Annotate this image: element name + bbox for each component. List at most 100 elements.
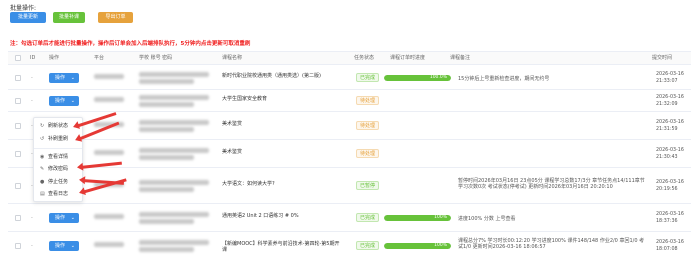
row-checkbox[interactable] bbox=[15, 75, 21, 81]
redo-icon: ↺ bbox=[40, 136, 45, 142]
progress-bar: 100.0% bbox=[384, 75, 451, 81]
header-progress: 课程订单时进度 bbox=[390, 55, 426, 61]
course-name: 大学生国家安全教育 bbox=[222, 96, 268, 102]
row-checkbox[interactable] bbox=[15, 151, 21, 157]
submit-time: 21:30:43 bbox=[656, 155, 678, 160]
platform-redacted bbox=[94, 150, 124, 155]
menu-item-redo[interactable]: ↺ 补刷重刷 bbox=[40, 135, 68, 142]
chevron-down-icon: ⌄ bbox=[70, 75, 75, 81]
table-row: - 操作 ⌄ 大学生国家安全教育 待处理 2026-03-16 21:32:09 bbox=[8, 90, 691, 112]
status-badge: 已完成 bbox=[356, 73, 380, 82]
platform-redacted bbox=[94, 242, 124, 247]
batch-notice: 注：勾选订单后才能进行批量操作，操作后订单会加入后端排队执行，5分钟内点击更新可… bbox=[10, 41, 251, 47]
account-redacted bbox=[139, 155, 194, 160]
submit-date: 2026-03-16 bbox=[656, 148, 684, 153]
status-badge: 已完成 bbox=[356, 241, 380, 250]
account-redacted bbox=[139, 79, 194, 84]
remark: 进度100% 分数 上号查看 bbox=[458, 216, 516, 222]
row-id: - bbox=[31, 98, 33, 104]
menu-item-view-details[interactable]: ◉ 查看详情 bbox=[40, 153, 68, 160]
row-checkbox[interactable] bbox=[15, 123, 21, 129]
export-orders-button[interactable]: 导出订单 bbox=[98, 12, 133, 23]
course-name: 通用英语2 Unit 2 口语练习 # 0% bbox=[222, 213, 299, 219]
operation-dropdown-button[interactable]: 操作 ⌄ bbox=[49, 213, 79, 223]
platform-redacted bbox=[94, 74, 124, 79]
progress-text: 100.0% bbox=[429, 75, 447, 80]
course-name: 【新编MOOC】科学素养与前沿技术-第四轮-第5期开课 bbox=[222, 241, 340, 253]
operation-dropdown-button[interactable]: 操作 ⌄ bbox=[49, 241, 79, 251]
header-operation: 操作 bbox=[49, 55, 60, 61]
table-row: -操作⌄大学语文：如何读大学?已暂停暂停时间2026年03月16日 23点05分… bbox=[8, 168, 691, 204]
header-remark: 课程备注 bbox=[450, 55, 471, 61]
account-redacted bbox=[139, 247, 194, 252]
row-checkbox[interactable] bbox=[15, 98, 21, 104]
table-row: - 操作 ⌄ 通用英语2 Unit 2 口语练习 # 0% 已完成 100% 进度100% … bbox=[8, 204, 691, 232]
eye-icon: ◉ bbox=[40, 154, 45, 160]
row-checkbox[interactable] bbox=[15, 183, 21, 189]
header-course-name: 课程名称 bbox=[222, 55, 243, 61]
menu-item-label: 停止任务 bbox=[48, 179, 69, 185]
progress-bar: 100% bbox=[384, 215, 451, 221]
header-task-status: 任务状态 bbox=[354, 55, 375, 61]
course-name: 美术鉴赏 bbox=[222, 149, 243, 155]
account-redacted bbox=[139, 72, 209, 77]
menu-item-refresh-status[interactable]: ↻ 刷新状态 bbox=[40, 122, 68, 129]
select-all-checkbox[interactable] bbox=[15, 55, 21, 61]
operation-label: 操作 bbox=[55, 215, 66, 221]
account-redacted bbox=[139, 180, 209, 185]
status-badge: 已暂停 bbox=[356, 181, 380, 190]
operation-label: 操作 bbox=[55, 75, 66, 81]
menu-divider bbox=[34, 148, 82, 149]
account-redacted bbox=[139, 212, 209, 217]
account-redacted bbox=[139, 187, 194, 192]
account-redacted bbox=[139, 102, 194, 107]
status-badge: 待处理 bbox=[356, 96, 380, 105]
operation-dropdown-button[interactable]: 操作 ⌄ bbox=[49, 73, 79, 83]
account-redacted bbox=[139, 148, 209, 153]
header-account: 学校 账号 密码 bbox=[139, 55, 173, 61]
submit-time: 21:31:59 bbox=[656, 127, 678, 132]
table-row: - 操作 ⌄ 【新编MOOC】科学素养与前沿技术-第四轮-第5期开课 已完成 100% 课程… bbox=[8, 232, 691, 259]
remark: 课程总分7% 学习时长00:12:20 学习进度100% 课件148/148 作… bbox=[458, 238, 645, 250]
submit-date: 2026-03-16 bbox=[656, 95, 684, 100]
stop-icon: ● bbox=[40, 179, 45, 185]
course-name: 大学语文：如何读大学? bbox=[222, 181, 275, 187]
row-id: - bbox=[31, 243, 33, 249]
submit-date: 2026-03-16 bbox=[656, 72, 684, 77]
header-submit-time: 提交时间 bbox=[652, 55, 673, 61]
submit-date: 2026-03-16 bbox=[656, 240, 684, 245]
platform-redacted bbox=[94, 97, 124, 102]
batch-operations-title: 批量操作: bbox=[10, 5, 37, 12]
submit-date: 2026-03-16 bbox=[656, 120, 684, 125]
operation-label: 操作 bbox=[55, 98, 66, 104]
status-badge: 已完成 bbox=[356, 213, 380, 222]
menu-item-change-password[interactable]: ✎ 修改密码 bbox=[40, 165, 68, 172]
account-redacted bbox=[139, 240, 209, 245]
menu-item-label: 刷新状态 bbox=[48, 123, 69, 129]
account-redacted bbox=[139, 219, 194, 224]
status-badge: 待处理 bbox=[356, 149, 380, 158]
orders-table: ID 操作 平台 学校 账号 密码 课程名称 任务状态 课程订单时进度 课程备注… bbox=[8, 51, 691, 259]
chevron-down-icon: ⌄ bbox=[70, 215, 75, 221]
submit-date: 2026-03-16 bbox=[656, 180, 684, 185]
submit-time: 18:37:36 bbox=[656, 219, 678, 224]
menu-item-view-log[interactable]: ▤ 查看日志 bbox=[40, 190, 68, 197]
status-badge: 待处理 bbox=[356, 121, 380, 130]
row-checkbox[interactable] bbox=[15, 243, 21, 249]
batch-makeup-button[interactable]: 批量补课 bbox=[53, 12, 85, 23]
menu-item-label: 修改密码 bbox=[48, 166, 69, 172]
course-name: 新时代职业院校通用类（通用类选）(第二版) bbox=[222, 73, 321, 79]
submit-time: 20:19:56 bbox=[656, 187, 678, 192]
remark: 暂停时间2026年03月16日 23点05分 课程学习总数17/3分 章节任务点… bbox=[458, 178, 645, 190]
operation-dropdown-button[interactable]: 操作 ⌄ bbox=[49, 96, 79, 106]
submit-time: 21:33:07 bbox=[656, 79, 678, 84]
account-redacted bbox=[139, 95, 209, 100]
remark: 15分钟后上号重新检查进度，期间无约号 bbox=[458, 76, 550, 82]
row-checkbox[interactable] bbox=[15, 215, 21, 221]
header-platform: 平台 bbox=[94, 55, 105, 61]
progress-text: 100% bbox=[434, 243, 447, 248]
platform-redacted bbox=[94, 214, 124, 219]
menu-item-stop-task[interactable]: ● 停止任务 bbox=[40, 178, 68, 185]
batch-update-button[interactable]: 批量更新 bbox=[10, 12, 46, 23]
chevron-down-icon: ⌄ bbox=[70, 243, 75, 249]
